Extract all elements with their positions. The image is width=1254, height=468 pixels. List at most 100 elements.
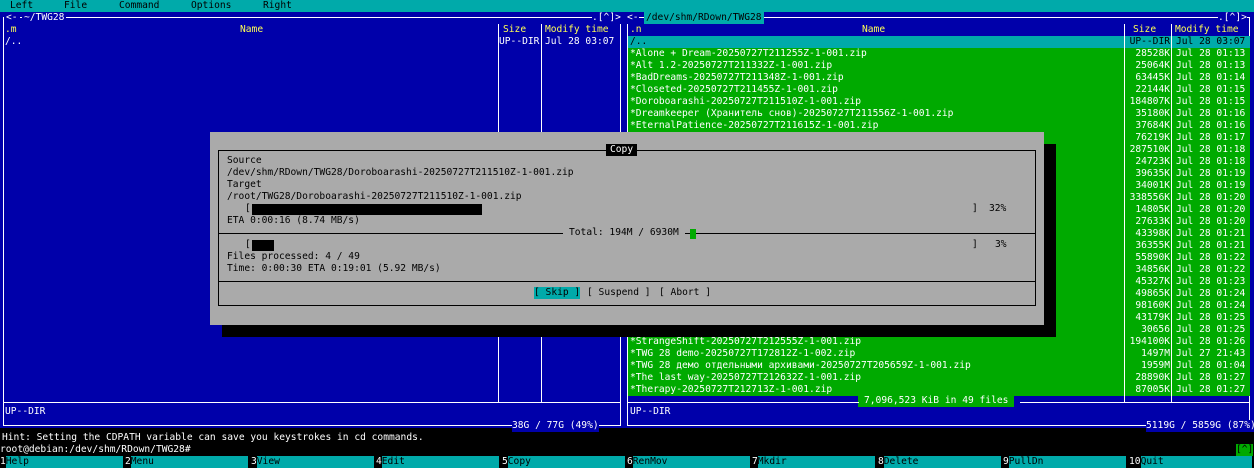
file-time: Jul 28 01:23 <box>1176 276 1246 287</box>
source-path: /dev/shm/RDown/TWG28/Doroboarashi-202507… <box>227 167 574 178</box>
file-row[interactable]: *EternalPatience-20250727T211615Z-1-001.… <box>628 120 1250 132</box>
file-name: *Therapy-20250727T212713Z-1-001.zip <box>630 384 833 395</box>
file-time: Jul 28 01:20 <box>1176 204 1246 215</box>
col-time-header[interactable]: Modify time <box>545 24 609 36</box>
left-panel-corner[interactable]: <- <box>4 12 20 24</box>
menu-file[interactable]: File <box>64 0 87 12</box>
menu-left[interactable]: Left <box>10 0 33 12</box>
fkey-edit[interactable]: 4Edit <box>376 456 501 468</box>
file-size: 27633K <box>1135 216 1170 227</box>
file-time: Jul 28 01:21 <box>1176 240 1246 251</box>
col-size-header[interactable]: Size <box>503 24 526 36</box>
left-panel-path[interactable]: ~/TWG28 <box>22 12 67 24</box>
file-row[interactable]: *TWG 28 демо отдельными архивами-2025072… <box>628 360 1250 372</box>
col-name-header[interactable]: Name <box>240 24 263 36</box>
file-time: Jul 28 03:07 <box>545 36 615 47</box>
fkey-copy[interactable]: 5Copy <box>502 456 627 468</box>
file-name: *StrangeShift-20250727T212555Z-1-001.zip <box>630 336 862 347</box>
fkey-menu[interactable]: 2Menu <box>125 456 250 468</box>
file-time: Jul 28 01:16 <box>1176 108 1246 119</box>
target-label: Target <box>227 179 262 190</box>
file-row[interactable]: *Dreamkeeper (Хранитель снов)-20250727T2… <box>628 108 1250 120</box>
fkey-mkdir[interactable]: 7Mkdir <box>752 456 877 468</box>
hint-line: Hint: Setting the CDPATH variable can sa… <box>2 432 424 443</box>
file-row[interactable]: *Doroboarashi-20250727T211510Z-1-001.zip… <box>628 96 1250 108</box>
col-name-header[interactable]: Name <box>862 24 885 36</box>
col-time-header[interactable]: Modify time <box>1175 24 1239 36</box>
file-time: Jul 28 03:07 <box>1176 36 1246 47</box>
total-progress-bar <box>252 239 972 251</box>
file-name: *TWG 28 демо отдельными архивами-2025072… <box>630 360 971 371</box>
fkey-label: View <box>256 456 374 468</box>
fkey-delete[interactable]: 8Delete <box>878 456 1003 468</box>
copy-dialog[interactable]: Copy Source /dev/shm/RDown/TWG28/Doroboa… <box>210 132 1044 325</box>
source-label: Source <box>227 155 262 166</box>
fkey-label: Mkdir <box>757 456 875 468</box>
file-time: Jul 28 01:21 <box>1176 228 1246 239</box>
file-progress-open-bracket: [ <box>245 203 251 214</box>
left-disk-usage: 38G / 77G (49%) <box>512 420 599 432</box>
file-time: Jul 28 01:17 <box>1176 132 1246 143</box>
menu-right[interactable]: Right <box>263 0 292 12</box>
fkey-label: Copy <box>507 456 625 468</box>
right-panel-corner[interactable]: <- <box>627 12 639 24</box>
fkey-help[interactable]: 1Help <box>0 456 125 468</box>
file-time: Jul 28 01:22 <box>1176 264 1246 275</box>
file-name: /.. <box>630 36 648 47</box>
fkey-label: PullDn <box>1008 456 1126 468</box>
file-row[interactable]: /.. UP--DIR Jul 28 03:07 <box>628 36 1250 48</box>
file-size: 14805K <box>1135 204 1170 215</box>
file-time: Jul 28 01:24 <box>1176 300 1246 311</box>
file-time: Jul 28 01:18 <box>1176 156 1246 167</box>
right-panel-path[interactable]: /dev/shm/RDown/TWG28 <box>644 12 764 24</box>
left-panel-corner-buttons[interactable]: .[^]> <box>592 12 621 24</box>
menu-options[interactable]: Options <box>191 0 231 12</box>
file-size: 34001K <box>1135 180 1170 191</box>
sort-indicator[interactable]: .n <box>630 24 642 36</box>
file-size: 338556K <box>1129 192 1170 203</box>
target-path: /root/TWG28/Doroboarashi-20250727T211510… <box>227 191 522 202</box>
total-progress-percent: 3% <box>995 239 1007 250</box>
file-name: *Alone + Dream-20250727T211255Z-1-001.zi… <box>630 48 867 59</box>
col-size-header[interactable]: Size <box>1133 24 1156 36</box>
file-size: 1497M <box>1141 348 1170 359</box>
shell-prompt[interactable]: root@debian:/dev/shm/RDown/TWG28# <box>0 444 191 456</box>
file-row[interactable]: *StrangeShift-20250727T212555Z-1-001.zip… <box>628 336 1250 348</box>
prompt-corner[interactable]: [^] <box>1236 444 1254 456</box>
file-size: 43179K <box>1135 312 1170 323</box>
file-size: UP--DIR <box>1129 36 1170 47</box>
skip-button[interactable]: [ Skip ] <box>534 287 581 299</box>
total-progress-close-bracket: ] <box>972 239 978 250</box>
file-row[interactable]: /.. UP--DIR Jul 28 03:07 <box>4 36 620 48</box>
file-row[interactable]: *BadDreams-20250727T211348Z-1-001.zip 634… <box>628 72 1250 84</box>
dialog-title: Copy <box>606 144 638 156</box>
file-row[interactable]: *Alone + Dream-20250727T211255Z-1-001.zi… <box>628 48 1250 60</box>
file-size: 36355K <box>1135 240 1170 251</box>
sort-indicator[interactable]: .m <box>5 24 17 36</box>
suspend-button[interactable]: [ Suspend ] <box>587 287 651 299</box>
fkey-label: Help <box>5 456 123 468</box>
fkey-renmov[interactable]: 6RenMov <box>627 456 752 468</box>
status-divider <box>3 402 621 403</box>
time-eta: Time: 0:00:30 ETA 0:19:01 (5.92 MB/s) <box>227 263 441 274</box>
file-row[interactable]: *The last way-20250727T212632Z-1-001.zip… <box>628 372 1250 384</box>
file-row[interactable]: *Closeted-20250727T211455Z-1-001.zip 2214… <box>628 84 1250 96</box>
file-time: Jul 28 01:20 <box>1176 216 1246 227</box>
fkey-label: Menu <box>130 456 248 468</box>
col-divider <box>1171 24 1172 402</box>
file-size: 25064K <box>1135 60 1170 71</box>
menu-command[interactable]: Command <box>119 0 159 12</box>
right-panel-corner-buttons[interactable]: .[^]> <box>1218 12 1247 24</box>
fkey-view[interactable]: 3View <box>251 456 376 468</box>
file-time: Jul 28 01:13 <box>1176 60 1246 71</box>
fkey-label: Quit <box>1140 456 1252 468</box>
file-row[interactable]: *TWG 28 demo-20250727T172812Z-1-002.zip 1… <box>628 348 1250 360</box>
file-row[interactable]: *Alt 1.2-20250727T211332Z-1-001.zip 25064… <box>628 60 1250 72</box>
file-time: Jul 28 01:15 <box>1176 84 1246 95</box>
file-size: UP--DIR <box>499 36 540 47</box>
fkey-quit[interactable]: 10Quit <box>1129 456 1254 468</box>
file-size: 55890K <box>1135 252 1170 263</box>
fkey-pulldn[interactable]: 9PullDn <box>1003 456 1128 468</box>
file-name: *Alt 1.2-20250727T211332Z-1-001.zip <box>630 60 833 71</box>
abort-button[interactable]: [ Abort ] <box>659 287 711 299</box>
